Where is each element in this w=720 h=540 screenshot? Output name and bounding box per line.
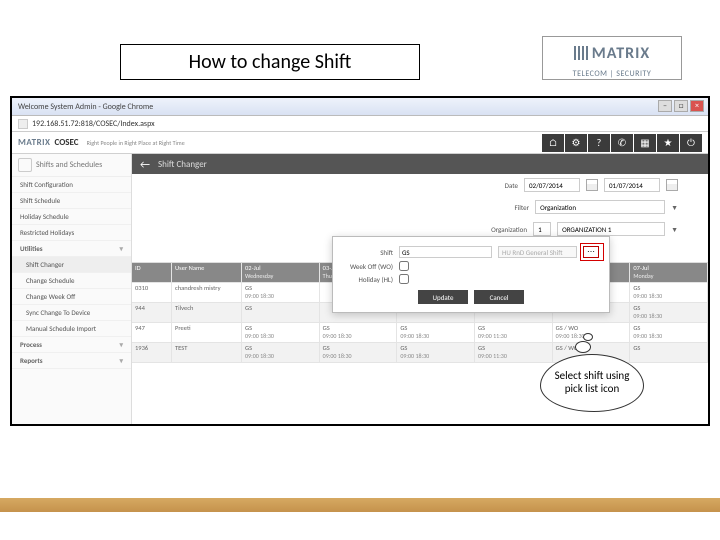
shift-field-label: Shift xyxy=(341,248,393,257)
sidebar: Shifts and Schedules Shift Configuration… xyxy=(12,154,132,424)
shift-name-display: HU RnD General Shift xyxy=(498,246,577,258)
slide-title-text: How to change Shift xyxy=(189,50,352,74)
calendar-from-icon[interactable] xyxy=(586,179,598,191)
window-close-icon[interactable]: × xyxy=(690,100,704,112)
home-icon[interactable]: ⌂ xyxy=(542,134,564,152)
sidebar-item-change-schedule[interactable]: Change Schedule xyxy=(12,273,131,289)
column-header[interactable]: 07-JulMonday xyxy=(630,263,708,283)
dialog-titlebar: ← Shift Changer xyxy=(132,154,708,174)
callout-bubble: Select shift using pick list icon xyxy=(540,354,644,412)
power-icon[interactable]: ⏻ xyxy=(680,134,702,152)
filter-select[interactable] xyxy=(535,200,665,214)
table-row[interactable]: 947PreetiGS09:00 18:30GS09:00 18:30GS09:… xyxy=(132,323,708,343)
highlight-frame xyxy=(580,243,604,261)
shift-edit-popup: Shift HU RnD General Shift ⋯ Week Off (W… xyxy=(332,236,610,313)
sidebar-item-holiday-schedule[interactable]: Holiday Schedule xyxy=(12,209,131,225)
app-screenshot: Welcome System Admin - Google Chrome – □… xyxy=(10,96,710,426)
column-header[interactable]: 02-JulWednesday xyxy=(242,263,320,283)
sidebar-item-change-week-off[interactable]: Change Week Off xyxy=(12,289,131,305)
window-maximize-icon[interactable]: □ xyxy=(674,100,688,112)
grid-icon[interactable]: ▦ xyxy=(634,134,656,152)
calendar-to-icon[interactable] xyxy=(666,179,678,191)
star-icon[interactable]: ★ xyxy=(657,134,679,152)
callout-text: Select shift using pick list icon xyxy=(547,370,637,395)
brand-logo: MATRIX TELECOM | SECURITY xyxy=(542,36,682,80)
slide-title: How to change Shift xyxy=(120,44,420,80)
update-button[interactable]: Update xyxy=(418,290,468,304)
help-icon[interactable]: ? xyxy=(588,134,610,152)
filter-label: Filter xyxy=(514,203,529,212)
weekoff-label: Week Off (WO) xyxy=(341,262,393,271)
calendar-icon xyxy=(18,158,32,172)
sidebar-item-manual-schedule-import[interactable]: Manual Schedule Import xyxy=(12,321,131,337)
phone-icon[interactable]: ✆ xyxy=(611,134,633,152)
date-to-input[interactable] xyxy=(604,178,660,192)
chevron-down-icon: ▾ xyxy=(119,356,123,365)
back-icon[interactable]: ← xyxy=(140,158,150,171)
footer-stripe xyxy=(0,498,720,512)
sidebar-item-reports[interactable]: Reports▾ xyxy=(12,353,131,369)
url-text: 192.168.51.72:818/COSEC/Index.aspx xyxy=(32,119,155,129)
holiday-label: Holiday (HL) xyxy=(341,275,393,284)
app-product: COSEC xyxy=(55,137,79,148)
main-panel: ← Shift Changer Date Filter ▼ Organizati… xyxy=(132,154,708,424)
browser-tab-title: Welcome System Admin - Google Chrome xyxy=(18,102,153,112)
sidebar-item-utilities[interactable]: Utilities▾ xyxy=(12,241,131,257)
app-brand: MATRIX xyxy=(18,137,51,148)
window-minimize-icon[interactable]: – xyxy=(658,100,672,112)
chevron-down-icon: ▾ xyxy=(119,340,123,349)
holiday-checkbox[interactable] xyxy=(399,274,409,284)
gear-icon[interactable]: ⚙ xyxy=(565,134,587,152)
weekoff-checkbox[interactable] xyxy=(399,261,409,271)
page-icon xyxy=(18,119,28,129)
browser-titlebar: Welcome System Admin - Google Chrome – □… xyxy=(12,98,708,116)
sidebar-item-sync-change-to-device[interactable]: Sync Change To Device xyxy=(12,305,131,321)
app-tagline: Right People in Right Place at Right Tim… xyxy=(87,139,185,147)
dropdown-icon[interactable]: ▼ xyxy=(671,203,678,212)
sidebar-section-header: Shifts and Schedules xyxy=(12,154,131,177)
org-label: Organization xyxy=(491,225,527,234)
logo-stripes-icon xyxy=(574,46,588,60)
sidebar-item-shift-schedule[interactable]: Shift Schedule xyxy=(12,193,131,209)
app-header: MATRIX COSEC Right People in Right Place… xyxy=(12,132,708,154)
sidebar-item-shift-configuration[interactable]: Shift Configuration xyxy=(12,177,131,193)
chevron-down-icon: ▾ xyxy=(119,244,123,253)
shift-code-input[interactable] xyxy=(399,246,492,258)
column-header[interactable]: User Name xyxy=(172,263,242,283)
sidebar-item-process[interactable]: Process▾ xyxy=(12,337,131,353)
cancel-button[interactable]: Cancel xyxy=(474,290,524,304)
dialog-title: Shift Changer xyxy=(158,159,207,170)
sidebar-item-restricted-holidays[interactable]: Restricted Holidays xyxy=(12,225,131,241)
org-code-input[interactable] xyxy=(533,222,551,236)
dropdown-icon[interactable]: ▼ xyxy=(671,225,678,234)
address-bar[interactable]: 192.168.51.72:818/COSEC/Index.aspx xyxy=(12,116,708,132)
date-from-input[interactable] xyxy=(524,178,580,192)
org-name-input[interactable] xyxy=(557,222,665,236)
column-header[interactable]: ID xyxy=(132,263,172,283)
sidebar-item-shift-changer[interactable]: Shift Changer xyxy=(12,257,131,273)
date-label: Date xyxy=(505,181,518,190)
